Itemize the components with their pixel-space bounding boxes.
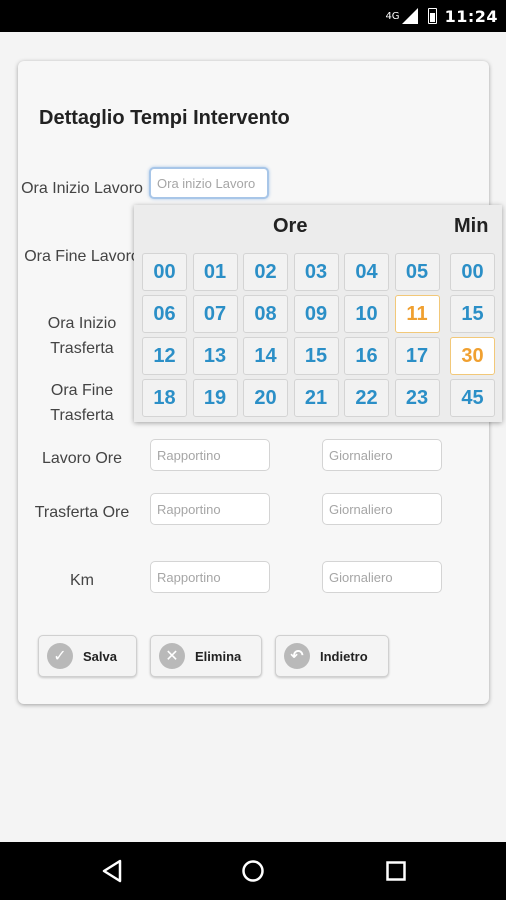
minute-cell-30[interactable]: 30 [450,337,495,375]
status-time: 11:24 [444,6,498,26]
hour-cell-10[interactable]: 10 [344,295,389,333]
hour-cell-00[interactable]: 00 [142,253,187,291]
indietro-label: Indietro [320,648,368,664]
lavoro-ore-rapportino-input[interactable] [150,439,270,471]
undo-circle-icon: ↶ [284,643,310,669]
label-trasferta-ore: Trasferta Ore [34,504,130,521]
hour-cell-23[interactable]: 23 [394,379,440,417]
status-bar: 4G 11:24 [0,0,506,32]
hour-cell-15[interactable]: 15 [293,337,339,375]
minute-cell-15[interactable]: 15 [450,295,495,333]
indietro-button[interactable]: ↶ Indietro [275,635,389,677]
hour-cell-16[interactable]: 16 [344,337,389,375]
hour-cell-21[interactable]: 21 [293,379,339,417]
hour-cell-07[interactable]: 07 [192,295,238,333]
hours-header: Ore [273,215,308,237]
network-type: 4G [385,10,400,22]
hour-cell-22[interactable]: 22 [344,379,389,417]
hour-cell-11[interactable]: 11 [394,295,440,333]
label-km: Km [70,572,94,589]
hour-cell-06[interactable]: 06 [142,295,187,333]
check-circle-icon: ✓ [47,643,73,669]
hour-cell-08[interactable]: 08 [243,295,288,333]
salva-button[interactable]: ✓ Salva [38,635,137,677]
hour-cell-13[interactable]: 13 [192,337,238,375]
elimina-button[interactable]: ✕ Elimina [150,635,262,677]
trasferta-ore-giornaliero-input[interactable] [322,493,442,525]
hour-cell-09[interactable]: 09 [293,295,339,333]
label-lavoro-ore: Lavoro Ore [41,450,123,467]
label-ora-fine-lavoro: Ora Fine Lavoro [24,248,140,265]
battery-icon [427,8,437,24]
minutes-header: Min [454,215,489,237]
signal-icon [401,8,418,24]
hour-cell-01[interactable]: 01 [192,253,238,291]
ora-inizio-lavoro-input[interactable] [149,167,269,199]
hour-cell-20[interactable]: 20 [243,379,288,417]
recents-icon[interactable] [385,859,407,883]
hour-cell-17[interactable]: 17 [394,337,440,375]
hour-cell-14[interactable]: 14 [243,337,288,375]
hour-cell-02[interactable]: 02 [243,253,288,291]
hour-cell-18[interactable]: 18 [142,379,187,417]
hour-cell-12[interactable]: 12 [142,337,187,375]
km-rapportino-input[interactable] [150,561,270,593]
hour-cell-19[interactable]: 19 [192,379,238,417]
hour-cell-05[interactable]: 05 [394,253,440,291]
label-ora-fine-trasferta: Ora Fine Trasferta [50,382,114,424]
salva-label: Salva [83,648,117,664]
label-ora-inizio-trasferta: Ora Inizio Trasferta [47,315,117,357]
minute-cell-45[interactable]: 45 [450,379,495,417]
hour-cell-03[interactable]: 03 [293,253,339,291]
time-picker-popup: Ore Min 00 01 02 03 04 05 06 07 08 09 10 11 12 13 14 15… [134,205,502,422]
label-ora-inizio-lavoro: Ora Inizio Lavoro [21,180,143,197]
minute-cell-00[interactable]: 00 [450,253,495,291]
close-circle-icon: ✕ [159,643,185,669]
page-title: Dettaglio Tempi Intervento [39,107,290,129]
lavoro-ore-giornaliero-input[interactable] [322,439,442,471]
home-icon[interactable] [241,859,265,883]
km-giornaliero-input[interactable] [322,561,442,593]
navigation-bar [0,842,506,900]
hour-cell-04[interactable]: 04 [344,253,389,291]
trasferta-ore-rapportino-input[interactable] [150,493,270,525]
back-icon[interactable] [101,859,123,883]
elimina-label: Elimina [195,648,242,664]
